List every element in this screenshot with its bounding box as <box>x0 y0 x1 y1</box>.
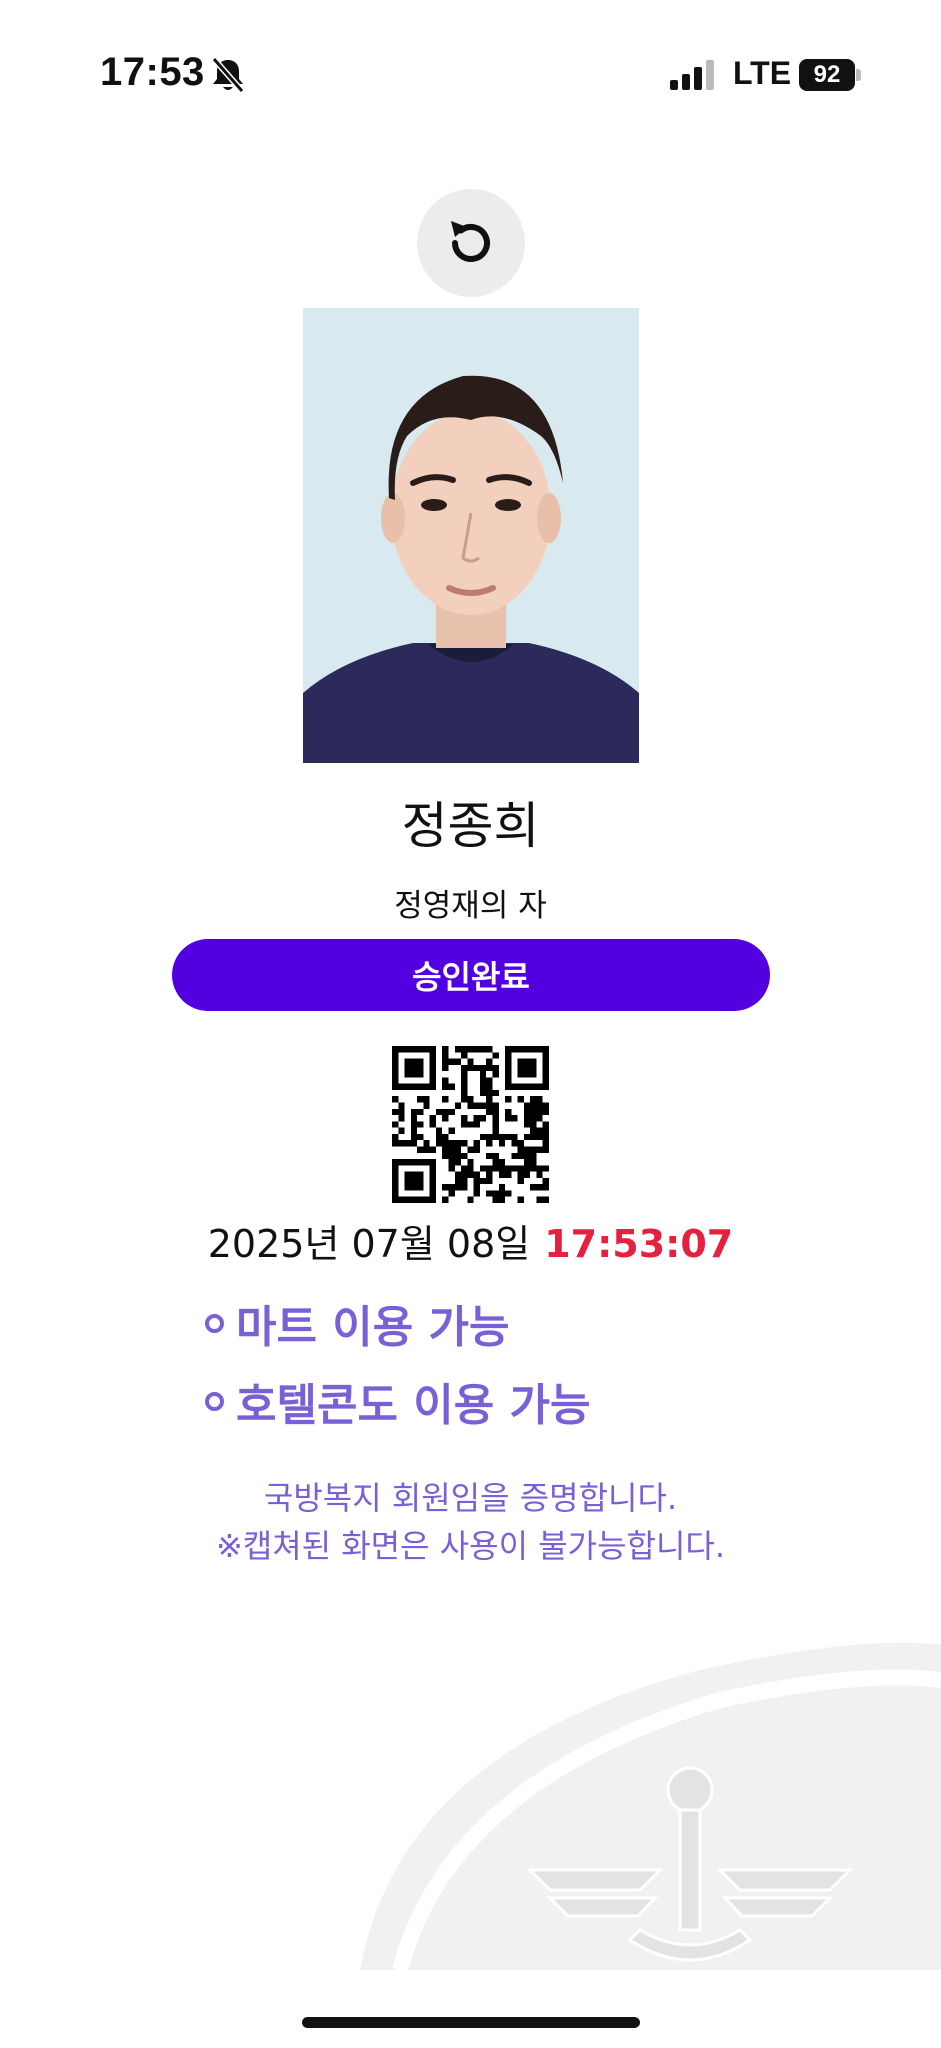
status-time: 17:53 <box>100 50 205 94</box>
notice-line-1: 국방복지 회원임을 증명합니다. <box>263 1479 678 1517</box>
current-datetime: 2025년 07월 08일 17:53:07 <box>0 1213 941 1268</box>
qr-code <box>392 1046 549 1203</box>
battery-level: 92 <box>813 61 841 88</box>
notice-text: 국방복지 회원임을 증명합니다. ※캡쳐된 화면은 사용이 불가능합니다. <box>0 1474 941 1570</box>
benefit-list: 마트 이용 가능 호텔콘도 이용 가능 <box>205 1288 590 1444</box>
bullet-circle-icon <box>205 1313 224 1333</box>
refresh-icon <box>451 221 490 262</box>
signal-icon <box>670 60 714 90</box>
bullet-circle-icon <box>205 1391 224 1411</box>
ministry-emblem-watermark <box>360 1642 941 1970</box>
benefit-label: 호텔콘도 이용 가능 <box>236 1380 591 1431</box>
benefit-item-hotel-condo: 호텔콘도 이용 가능 <box>205 1366 590 1436</box>
member-relation: 정영재의 자 <box>394 888 547 924</box>
member-name: 정종희 <box>401 797 540 855</box>
notice-line-2: ※캡쳐된 화면은 사용이 불가능합니다. <box>215 1527 726 1565</box>
battery-icon: 92 <box>799 59 861 91</box>
benefit-label: 마트 이용 가능 <box>236 1302 510 1353</box>
current-date: 2025년 07월 08일 <box>207 1222 531 1266</box>
bell-off-icon <box>211 57 245 93</box>
benefit-item-mart: 마트 이용 가능 <box>205 1288 590 1358</box>
refresh-button[interactable] <box>417 189 525 297</box>
member-photo <box>303 308 639 763</box>
approval-status-badge: 승인완료 <box>172 939 770 1011</box>
home-indicator[interactable] <box>302 2017 640 2028</box>
network-type: LTE <box>733 55 792 91</box>
current-time: 17:53:07 <box>544 1222 734 1266</box>
